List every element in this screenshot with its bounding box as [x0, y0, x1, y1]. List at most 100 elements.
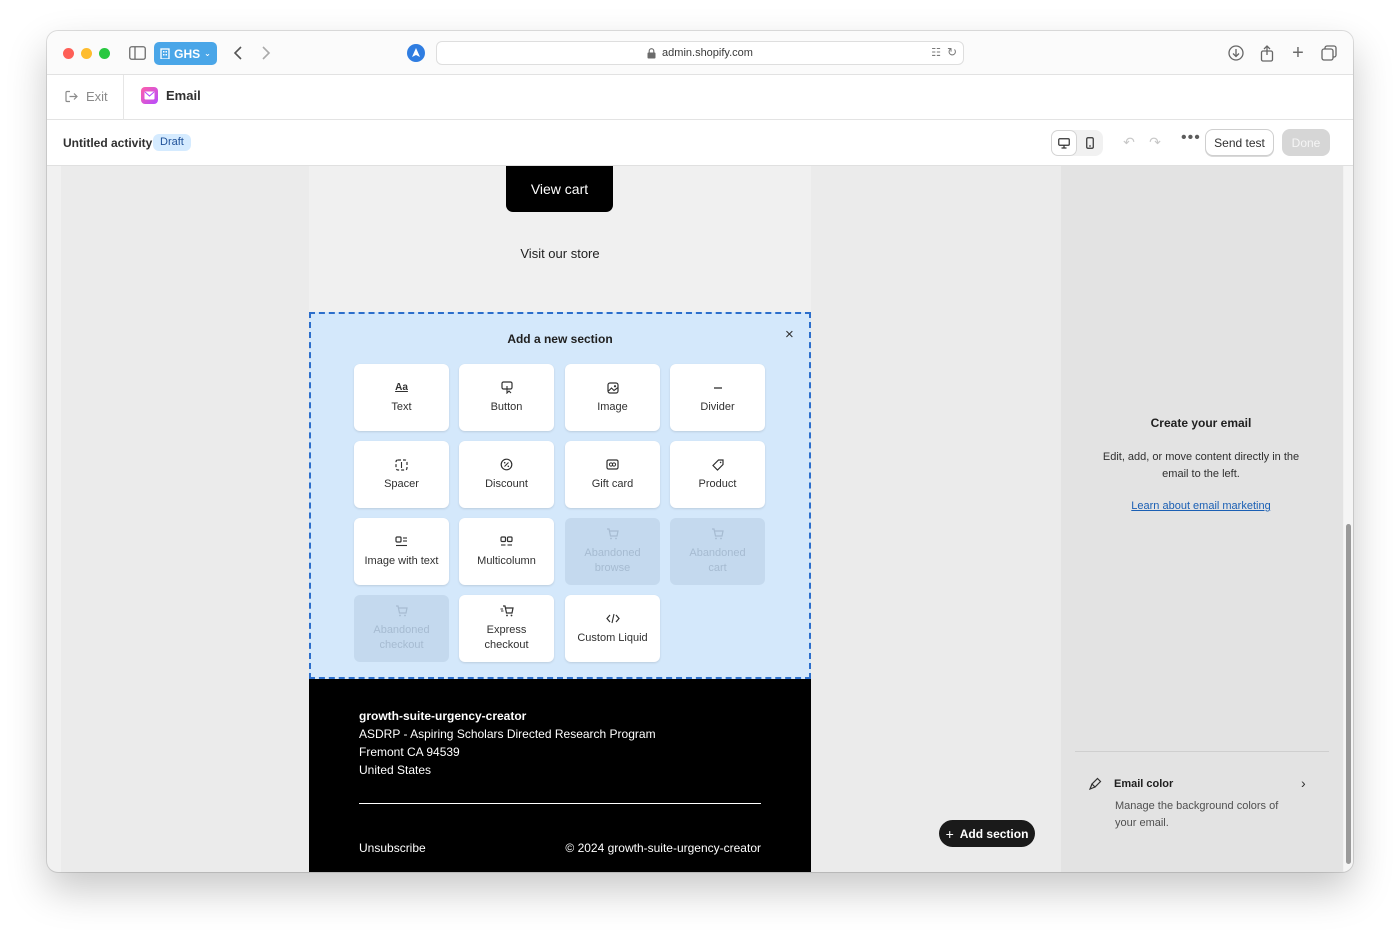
- close-window-button[interactable]: [63, 48, 74, 59]
- section-tile-custom-liquid[interactable]: Custom Liquid: [565, 595, 660, 662]
- cart-icon: [711, 527, 725, 541]
- section-tile-image[interactable]: Image: [565, 364, 660, 431]
- address-bar[interactable]: admin.shopify.com ☷ ↻: [436, 41, 964, 65]
- section-tile-gift-card[interactable]: Gift card: [565, 441, 660, 508]
- footer-shop-name: growth-suite-urgency-creator: [359, 709, 527, 723]
- tile-label: Image with text: [364, 554, 439, 567]
- profile-group-button[interactable]: GHS ⌄: [154, 42, 217, 65]
- more-actions-icon[interactable]: •••: [1181, 129, 1201, 147]
- app-header: Exit Email: [47, 75, 1353, 120]
- editor-canvas: View cart Visit our store Add a new sect…: [61, 166, 1061, 872]
- app-title: Email: [141, 87, 201, 104]
- desktop-icon: [1058, 137, 1070, 149]
- tile-label: Image: [597, 400, 628, 413]
- sidebar-divider: [1075, 751, 1329, 752]
- footer-address-line: ASDRP - Aspiring Scholars Directed Resea…: [359, 727, 656, 741]
- section-tile-multicolumn[interactable]: Multicolumn: [459, 518, 554, 585]
- tile-label: Express checkout: [484, 624, 529, 651]
- email-color-title: Email color: [1114, 777, 1174, 790]
- footer-divider: [359, 803, 761, 804]
- desktop-preview-button[interactable]: [1051, 130, 1077, 156]
- section-tile-product[interactable]: Product: [670, 441, 765, 508]
- section-tile-abandoned-browse: Abandoned browse: [565, 518, 660, 585]
- view-cart-button[interactable]: View cart: [506, 166, 613, 212]
- activity-name: Untitled activity: [63, 136, 153, 150]
- visit-store-link[interactable]: Visit our store: [309, 246, 811, 261]
- reload-icon[interactable]: ↻: [947, 45, 957, 59]
- gift-card-icon: [606, 458, 620, 472]
- tile-label: Button: [490, 400, 523, 413]
- section-tile-express-checkout[interactable]: Express checkout: [459, 595, 554, 662]
- tile-label: Custom Liquid: [577, 631, 648, 644]
- email-color-setting[interactable]: Email color: [1089, 777, 1173, 790]
- chevron-down-icon: ⌄: [204, 49, 211, 58]
- multicolumn-icon: [500, 535, 514, 549]
- footer-address-line: United States: [359, 763, 432, 777]
- code-icon: [605, 612, 620, 626]
- email-preview: View cart Visit our store Add a new sect…: [309, 166, 811, 872]
- section-tile-spacer[interactable]: Spacer: [354, 441, 449, 508]
- page-scrollbar[interactable]: [1344, 166, 1353, 872]
- undo-icon[interactable]: ↶: [1121, 134, 1137, 150]
- add-section-panel: Add a new section × Aa Text Button Image: [309, 312, 811, 679]
- section-tile-discount[interactable]: Discount: [459, 441, 554, 508]
- exit-button[interactable]: Exit: [65, 89, 108, 104]
- exit-icon: [65, 90, 78, 103]
- tile-label: Abandoned cart: [689, 547, 746, 574]
- header-divider: [123, 75, 124, 120]
- footer-copyright: © 2024 growth-suite-urgency-creator: [565, 841, 761, 855]
- tile-label: Discount: [485, 477, 528, 490]
- minimize-window-button[interactable]: [81, 48, 92, 59]
- section-tile-abandoned-cart: Abandoned cart: [670, 518, 765, 585]
- share-icon[interactable]: [1257, 43, 1277, 63]
- navigation-extension-icon[interactable]: [407, 44, 425, 62]
- divider-icon: [711, 381, 725, 395]
- status-badge: Draft: [153, 134, 191, 151]
- tile-label: Product: [698, 477, 737, 490]
- image-with-text-icon: [395, 535, 409, 549]
- section-tile-text[interactable]: Aa Text: [354, 364, 449, 431]
- scrollbar-thumb[interactable]: [1346, 524, 1351, 864]
- sidebar-title: Create your email: [1150, 416, 1252, 430]
- footer-address-line: Fremont CA 94539: [359, 745, 460, 759]
- translate-icon[interactable]: ☷: [931, 46, 941, 59]
- tab-overview-icon[interactable]: [1319, 43, 1339, 63]
- sidebar-toggle-icon[interactable]: [127, 43, 147, 63]
- learn-email-marketing-link[interactable]: Learn about email marketing: [1061, 500, 1341, 512]
- send-test-button[interactable]: Send test: [1205, 129, 1274, 156]
- section-tile-divider[interactable]: Divider: [670, 364, 765, 431]
- button-icon: [500, 381, 514, 395]
- downloads-icon[interactable]: [1226, 43, 1246, 63]
- add-section-button[interactable]: + Add section: [939, 820, 1035, 847]
- discount-icon: [500, 458, 514, 472]
- mobile-icon: [1086, 137, 1094, 149]
- shopify-email-logo-icon: [141, 87, 158, 104]
- back-icon[interactable]: [228, 43, 248, 63]
- zoom-window-button[interactable]: [99, 48, 110, 59]
- chevron-right-icon[interactable]: ›: [1301, 775, 1306, 791]
- forward-icon[interactable]: [256, 43, 276, 63]
- browser-toolbar: GHS ⌄ admin.shopify.com ☷ ↻ +: [47, 31, 1353, 75]
- text-icon: Aa: [395, 382, 408, 393]
- done-button[interactable]: Done: [1282, 129, 1330, 156]
- express-checkout-icon: [500, 604, 514, 618]
- preview-mode-toggle: [1051, 130, 1103, 156]
- mobile-preview-button[interactable]: [1077, 130, 1103, 156]
- browser-window: GHS ⌄ admin.shopify.com ☷ ↻ + Exit Email…: [47, 31, 1353, 872]
- image-icon: [606, 381, 620, 395]
- email-footer: growth-suite-urgency-creator ASDRP - Asp…: [309, 679, 811, 872]
- section-tile-image-with-text[interactable]: Image with text: [354, 518, 449, 585]
- sidebar-description: Edit, add, or move content directly in t…: [1102, 451, 1300, 480]
- paint-brush-icon: [1089, 777, 1102, 790]
- close-icon[interactable]: ×: [785, 326, 794, 343]
- section-tile-button[interactable]: Button: [459, 364, 554, 431]
- tile-label: Divider: [700, 400, 735, 413]
- unsubscribe-link[interactable]: Unsubscribe: [359, 841, 426, 855]
- url-text: admin.shopify.com: [662, 47, 753, 59]
- redo-icon[interactable]: ↷: [1147, 134, 1163, 150]
- tile-label: Abandoned checkout: [373, 624, 430, 651]
- tile-label: Gift card: [591, 477, 634, 490]
- product-tag-icon: [711, 458, 725, 472]
- new-tab-icon[interactable]: +: [1288, 42, 1308, 64]
- plus-icon: +: [945, 825, 954, 842]
